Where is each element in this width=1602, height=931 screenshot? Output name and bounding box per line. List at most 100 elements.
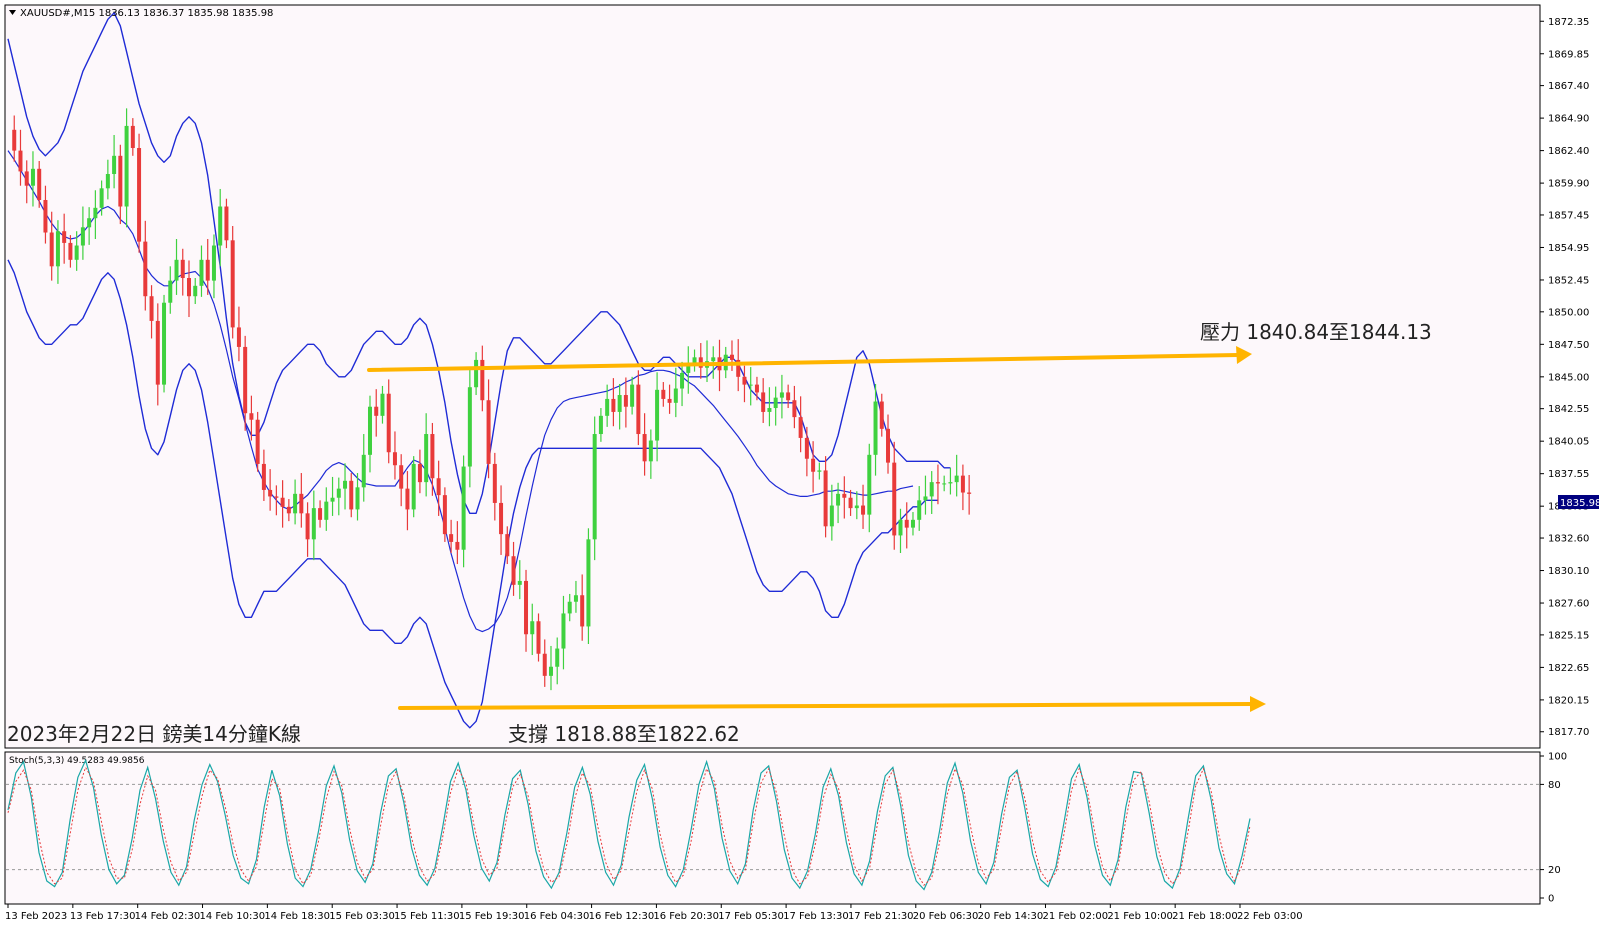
candle-body: [511, 556, 516, 585]
stoch-tick-label: 100: [1548, 752, 1567, 763]
candle-body: [861, 505, 866, 515]
candle-body: [617, 395, 622, 412]
time-tick-label: 17 Feb 21:30: [848, 911, 914, 922]
candle-body: [567, 601, 572, 614]
stoch-tick-label: 80: [1548, 780, 1561, 791]
candle-body: [55, 231, 60, 267]
candle-body: [174, 259, 179, 281]
stochastic-panel: [4, 751, 1541, 905]
price-tick-label: 1859.90: [1548, 179, 1589, 190]
candle-body: [243, 346, 248, 414]
stoch-tick-label: 20: [1548, 865, 1561, 876]
price-tick-label: 1817.70: [1548, 727, 1589, 738]
candle-body: [667, 398, 672, 403]
candle-body: [680, 372, 685, 389]
candle-body: [286, 506, 291, 514]
candle-body: [424, 434, 429, 483]
candle-body: [112, 155, 117, 175]
candle-body: [99, 188, 104, 208]
candle-body: [854, 505, 859, 509]
candle-body: [405, 488, 410, 510]
candle-body: [18, 150, 23, 172]
candle-body: [867, 454, 872, 515]
price-tick-label: 1832.60: [1548, 534, 1589, 545]
candle-body: [261, 463, 266, 490]
candle-body: [205, 259, 210, 281]
time-tick-label: 21 Feb 10:00: [1107, 911, 1173, 922]
candle-body: [754, 384, 759, 393]
candle-body: [598, 415, 603, 435]
price-tick-label: 1840.05: [1548, 437, 1589, 448]
candle-body: [761, 392, 766, 412]
price-tick-label: 1837.55: [1548, 469, 1589, 480]
candle-body: [561, 613, 566, 649]
candle-body: [742, 376, 747, 385]
candle-body: [779, 392, 784, 398]
candle-body: [848, 497, 853, 509]
candle-body: [948, 482, 953, 484]
candle-body: [873, 401, 878, 455]
candle-body: [467, 387, 472, 467]
candle-body: [436, 478, 441, 496]
candle-body: [492, 463, 497, 503]
candle-body: [623, 395, 628, 407]
price-tick-label: 1854.95: [1548, 243, 1589, 254]
candle-body: [823, 470, 828, 527]
time-tick-label: 21 Feb 18:00: [1172, 911, 1238, 922]
candle-body: [274, 496, 279, 498]
candle-body: [180, 259, 185, 279]
candle-body: [49, 232, 54, 267]
resistance-label: 壓力 1840.84至1844.13: [1200, 320, 1432, 344]
candle-body: [455, 541, 460, 550]
price-tick-label: 1820.15: [1548, 695, 1589, 706]
price-tick-label: 1862.40: [1548, 146, 1589, 157]
candle-body: [293, 493, 298, 514]
candle-body: [124, 125, 129, 207]
candle-body: [879, 401, 884, 429]
time-tick-label: 15 Feb 19:30: [459, 911, 525, 922]
current-price-tag: 1835.98: [1560, 498, 1601, 509]
candle-body: [12, 129, 17, 151]
candle-body: [324, 501, 329, 520]
candle-body: [255, 419, 260, 464]
candle-body: [311, 508, 316, 540]
candle-body: [442, 495, 447, 535]
candle-body: [530, 621, 535, 635]
candle-body: [218, 206, 223, 246]
candle-body: [555, 648, 560, 667]
candle-body: [236, 327, 241, 347]
candle-body: [748, 384, 753, 386]
candle-body: [524, 580, 529, 635]
candle-body: [62, 231, 67, 243]
candle-body: [804, 437, 809, 459]
candle-body: [193, 285, 198, 297]
candle-body: [573, 595, 578, 602]
candle-body: [43, 200, 48, 233]
candle-body: [93, 207, 98, 219]
candle-body: [954, 475, 959, 483]
support-label: 支撐 1818.88至1822.62: [508, 722, 740, 746]
candle-body: [430, 434, 435, 479]
candle-body: [842, 493, 847, 498]
candle-body: [786, 392, 791, 401]
candle-body: [536, 621, 541, 654]
candle-body: [917, 500, 922, 520]
candle-body: [143, 241, 148, 297]
price-tick-label: 1869.85: [1548, 49, 1589, 60]
price-tick-label: 1857.45: [1548, 210, 1589, 221]
candle-body: [392, 452, 397, 466]
price-tick-label: 1827.60: [1548, 599, 1589, 610]
candle-body: [542, 653, 547, 676]
time-tick-label: 14 Feb 02:30: [135, 911, 201, 922]
chart-canvas: 1872.35 1869.85 1867.40 1864.90 1862.40 1859.…: [0, 0, 1602, 927]
candle-body: [923, 496, 928, 501]
candle-body: [155, 320, 160, 385]
candle-body: [798, 417, 803, 438]
chart-root: 1872.35 1869.85 1867.40 1864.90 1862.40 1859.…: [0, 0, 1602, 927]
candle-body: [367, 406, 372, 455]
candle-body: [580, 595, 585, 627]
price-tick-label: 1872.35: [1548, 17, 1589, 28]
candle-body: [305, 513, 310, 540]
candle-body: [186, 278, 191, 297]
candle-body: [630, 384, 635, 407]
